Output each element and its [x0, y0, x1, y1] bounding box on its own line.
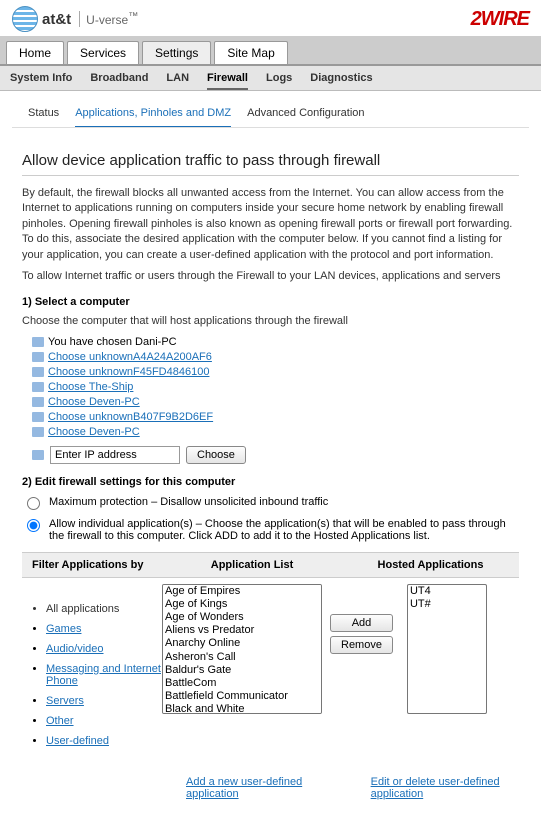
ip-input[interactable] — [50, 446, 180, 464]
sub-tabs: System Info Broadband LAN Firewall Logs … — [0, 66, 541, 91]
chosen-computer: You have chosen Dani-PC — [32, 336, 519, 348]
choose-button[interactable]: Choose — [186, 446, 246, 464]
step2-title: 2) Edit firewall settings for this compu… — [22, 476, 519, 488]
choose-computer-link[interactable]: Choose unknownF45FD4846100 — [48, 366, 209, 378]
choose-computer-link[interactable]: Choose The-Ship — [48, 381, 133, 393]
add-new-app-link[interactable]: Add a new user-defined application — [186, 776, 302, 800]
computer-icon — [32, 412, 44, 422]
filter-userdefined[interactable]: User-defined — [46, 735, 109, 747]
remove-button[interactable]: Remove — [330, 636, 393, 654]
uverse-text: U-verse™ — [79, 11, 138, 27]
add-button[interactable]: Add — [330, 614, 393, 632]
add-remove-buttons: Add Remove — [322, 584, 401, 766]
radio-max-protection[interactable]: Maximum protection – Disallow unsolicite… — [22, 496, 519, 510]
computer-icon — [32, 382, 44, 392]
filter-messaging[interactable]: Messaging and Internet Phone — [46, 663, 161, 687]
radio-allow-label: Allow individual application(s) – Choose… — [49, 518, 519, 542]
edit-delete-app-link[interactable]: Edit or delete user-defined application — [371, 776, 500, 800]
choose-computer-link[interactable]: Choose Deven-PC — [48, 426, 140, 438]
twowire-logo: 2WIRE — [471, 8, 529, 31]
tab-firewall[interactable]: Firewall — [207, 72, 248, 90]
subtab-apps[interactable]: Applications, Pinholes and DMZ — [75, 107, 231, 127]
att-text: at&t — [42, 11, 71, 28]
computer-icon — [32, 450, 44, 460]
choose-computer-link[interactable]: Choose Deven-PC — [48, 396, 140, 408]
intro-text: By default, the firewall blocks all unwa… — [22, 186, 519, 263]
radio-max-label: Maximum protection – Disallow unsolicite… — [49, 496, 328, 508]
application-list-select[interactable]: Age of EmpiresAge of KingsAge of Wonders… — [162, 584, 322, 714]
choose-computer-link[interactable]: Choose unknownB407F9B2D6EF — [48, 411, 213, 423]
computer-icon — [32, 337, 44, 347]
computer-icon — [32, 367, 44, 377]
ip-row: Choose — [32, 446, 519, 464]
tab-services[interactable]: Services — [67, 41, 139, 64]
radio-max-input[interactable] — [27, 497, 40, 510]
tab-sitemap[interactable]: Site Map — [214, 41, 287, 64]
filter-header: Filter Applications by — [22, 559, 162, 571]
computer-icon — [32, 427, 44, 437]
page-title: Allow device application traffic to pass… — [22, 152, 519, 176]
tab-settings[interactable]: Settings — [142, 41, 211, 64]
filter-body: All applications Games Audio/video Messa… — [22, 584, 519, 766]
globe-icon — [12, 6, 38, 32]
tab-broadband[interactable]: Broadband — [90, 72, 148, 84]
intro-text-2: To allow Internet traffic or users throu… — [22, 269, 519, 284]
tab-home[interactable]: Home — [6, 41, 64, 64]
tab-sysinfo[interactable]: System Info — [10, 72, 72, 84]
step1-desc: Choose the computer that will host appli… — [22, 314, 519, 329]
page-header: at&t U-verse™ 2WIRE — [0, 0, 541, 37]
tab-logs[interactable]: Logs — [266, 72, 292, 84]
hosted-header: Hosted Applications — [342, 559, 519, 571]
radio-allow-input[interactable] — [27, 519, 40, 532]
main-tabs: Home Services Settings Site Map — [0, 37, 541, 66]
tab-diagnostics[interactable]: Diagnostics — [310, 72, 372, 84]
filter-categories: All applications Games Audio/video Messa… — [22, 595, 162, 755]
computer-list: You have chosen Dani-PC Choose unknownA4… — [32, 336, 519, 438]
content: Allow device application traffic to pass… — [0, 128, 541, 820]
firewall-subtabs: Status Applications, Pinholes and DMZ Ad… — [12, 99, 529, 128]
radio-allow-apps[interactable]: Allow individual application(s) – Choose… — [22, 518, 519, 542]
subtab-status[interactable]: Status — [28, 107, 59, 119]
att-logo: at&t U-verse™ — [12, 6, 138, 32]
subtab-adv[interactable]: Advanced Configuration — [247, 107, 364, 119]
filter-all[interactable]: All applications — [46, 603, 162, 615]
tab-lan[interactable]: LAN — [166, 72, 189, 84]
computer-icon — [32, 352, 44, 362]
filter-servers[interactable]: Servers — [46, 695, 84, 707]
choose-computer-link[interactable]: Choose unknownA4A24A200AF6 — [48, 351, 212, 363]
filter-header-row: Filter Applications by Application List … — [22, 552, 519, 578]
step1-title: 1) Select a computer — [22, 296, 519, 308]
filter-games[interactable]: Games — [46, 623, 81, 635]
applist-header: Application List — [162, 559, 342, 571]
filter-other[interactable]: Other — [46, 715, 74, 727]
filter-audiovideo[interactable]: Audio/video — [46, 643, 104, 655]
bottom-links: Add a new user-defined application Edit … — [22, 776, 519, 800]
computer-icon — [32, 397, 44, 407]
hosted-applications-select[interactable]: UT4UT# — [407, 584, 487, 714]
